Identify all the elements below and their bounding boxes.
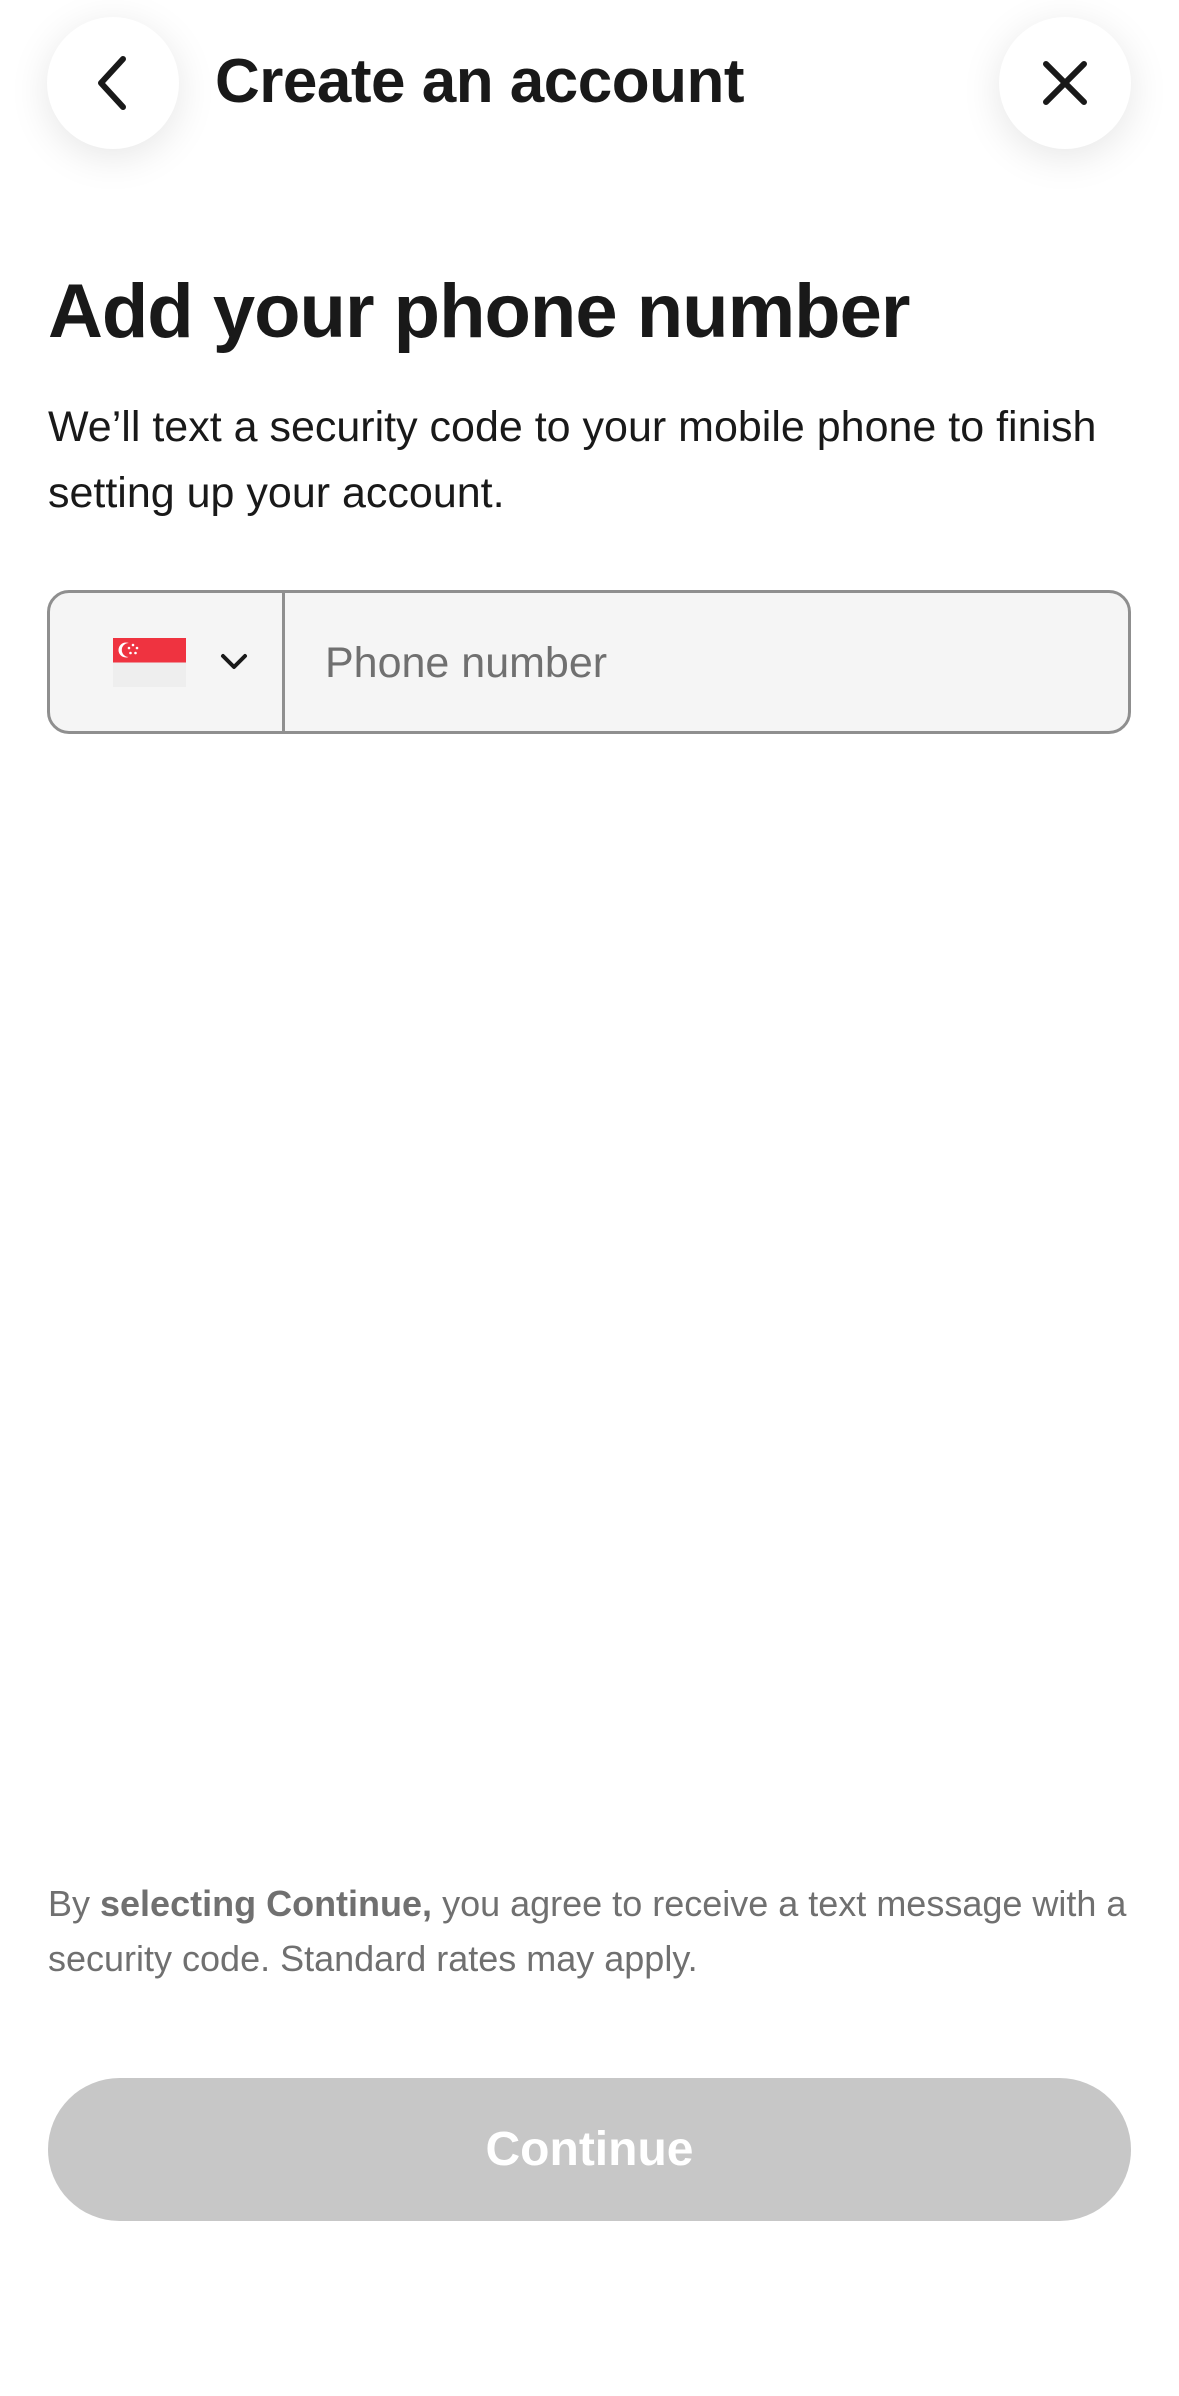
phone-number-input[interactable]: [285, 593, 1128, 731]
page-title: Add your phone number: [48, 269, 910, 354]
disclaimer-prefix: By: [48, 1883, 101, 1924]
close-icon: [1043, 61, 1087, 105]
singapore-flag-icon: [113, 637, 186, 687]
header-title: Create an account: [215, 47, 745, 116]
disclaimer-bold: selecting Continue,: [100, 1883, 433, 1924]
back-button[interactable]: [47, 17, 179, 149]
chevron-down-icon: [221, 654, 247, 669]
sms-disclaimer: By selecting Continue, you agree to rece…: [48, 1876, 1128, 1986]
continue-button[interactable]: Continue: [48, 2078, 1131, 2221]
phone-number-field-group: [47, 590, 1131, 734]
top-bar: Create an account: [0, 0, 1179, 170]
page-subtitle: We’ll text a security code to your mobil…: [48, 403, 1097, 517]
chevron-left-icon: [98, 56, 126, 110]
close-button[interactable]: [999, 17, 1131, 149]
country-code-selector[interactable]: [50, 593, 285, 731]
